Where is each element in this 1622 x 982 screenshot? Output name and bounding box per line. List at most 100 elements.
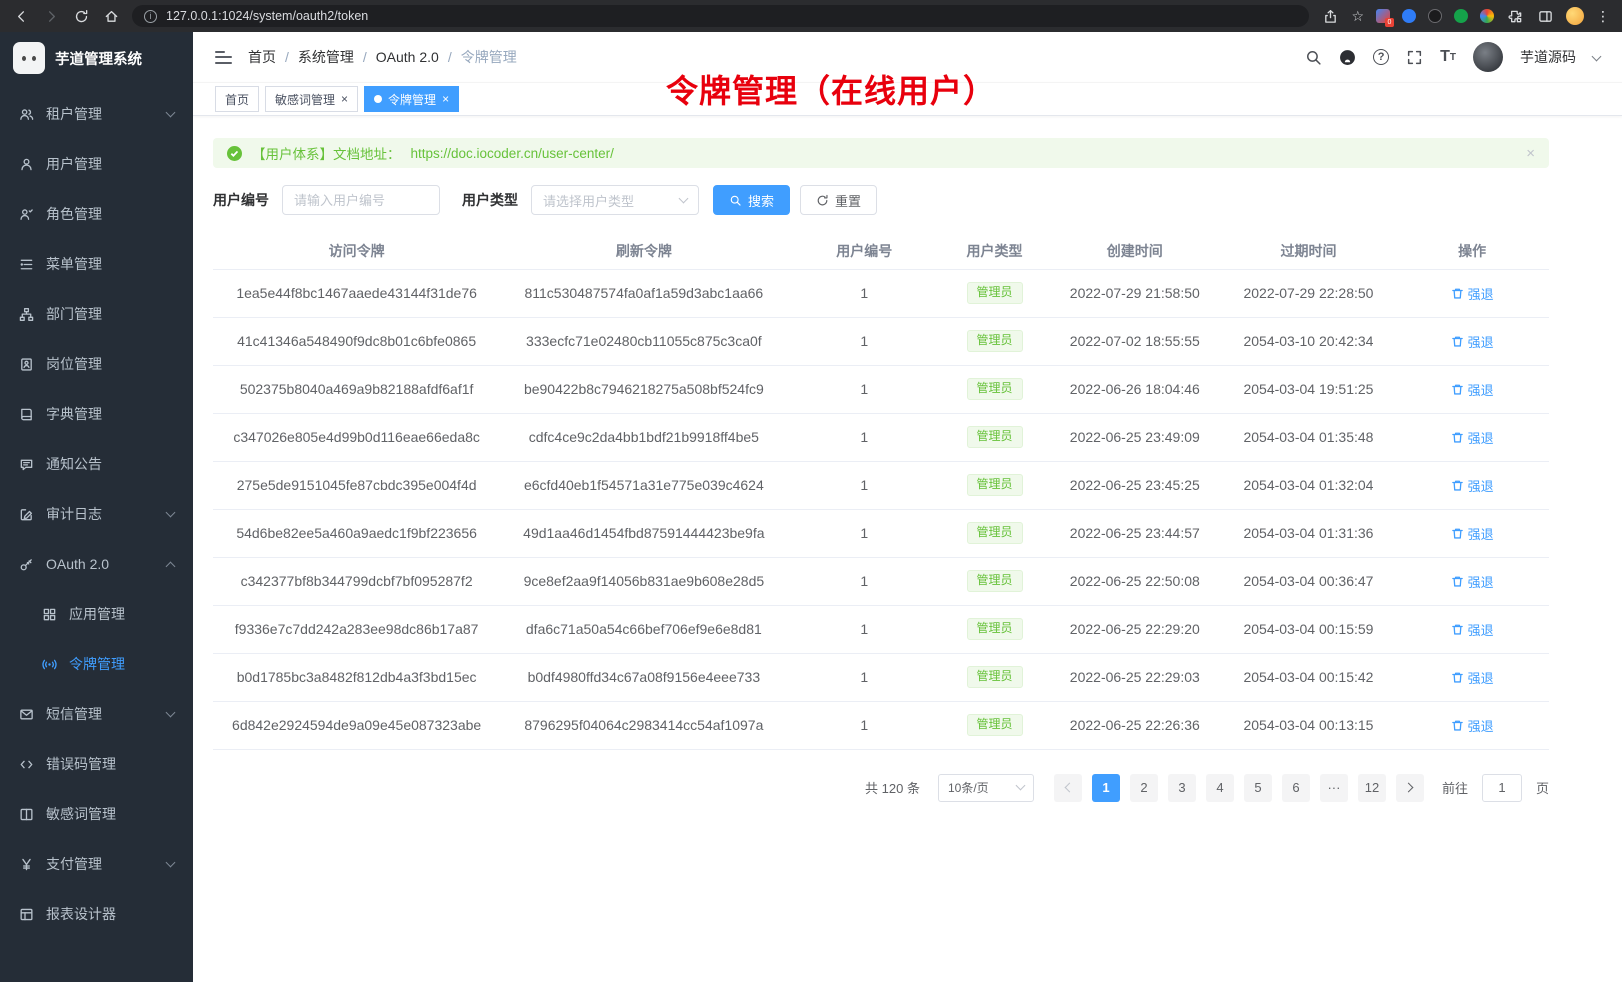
sidebar-item-oauth[interactable]: OAuth 2.0: [0, 539, 193, 589]
force-logout-button[interactable]: 强退: [1451, 284, 1494, 303]
avatar[interactable]: [1473, 42, 1503, 72]
page-button-4[interactable]: 4: [1206, 774, 1234, 802]
puzzle-extensions-icon[interactable]: [1506, 7, 1524, 25]
share-icon[interactable]: [1321, 7, 1339, 25]
sidebar-item-audit-log[interactable]: 审计日志: [0, 489, 193, 539]
breadcrumb-oauth[interactable]: OAuth 2.0: [376, 49, 439, 65]
page-button-5[interactable]: 5: [1244, 774, 1272, 802]
sidebar-item-label: 岗位管理: [46, 354, 102, 374]
font-size-icon[interactable]: TT: [1440, 48, 1456, 66]
close-icon[interactable]: ×: [442, 93, 449, 105]
doc-link[interactable]: https://doc.iocoder.cn/user-center/: [411, 146, 614, 161]
url-text: 127.0.0.1:1024/system/oauth2/token: [166, 9, 368, 23]
breadcrumb-home[interactable]: 首页: [248, 47, 276, 67]
next-page-button[interactable]: [1396, 774, 1424, 802]
extension-dark-icon[interactable]: [1428, 9, 1442, 23]
sidebar-item-menu-mgmt[interactable]: 菜单管理: [0, 239, 193, 289]
browser-profile-avatar[interactable]: [1566, 7, 1584, 25]
sidebar-item-notice[interactable]: 通知公告: [0, 439, 193, 489]
book-icon: [19, 407, 34, 422]
search-button[interactable]: 搜索: [713, 185, 790, 215]
user-type-badge: 管理员: [967, 378, 1023, 400]
help-icon[interactable]: ?: [1373, 49, 1389, 65]
force-logout-button[interactable]: 强退: [1451, 668, 1494, 687]
prev-page-button[interactable]: [1054, 774, 1082, 802]
tab-token-mgmt[interactable]: 令牌管理 ×: [364, 86, 459, 112]
reset-button[interactable]: 重置: [800, 185, 877, 215]
refresh-icon[interactable]: [72, 7, 90, 25]
sidebar-item-user[interactable]: 用户管理: [0, 139, 193, 189]
delete-icon: [1451, 287, 1464, 300]
column-header-user-id: 用户编号: [787, 233, 941, 269]
force-logout-button[interactable]: 强退: [1451, 476, 1494, 495]
user-id-input[interactable]: [282, 185, 440, 215]
sidebar-item-app-mgmt[interactable]: 应用管理: [0, 589, 193, 639]
force-logout-button[interactable]: 强退: [1451, 332, 1494, 351]
search-icon[interactable]: [1305, 49, 1322, 66]
sidebar-item-report-designer[interactable]: 报表设计器: [0, 889, 193, 939]
sidebar-item-dict[interactable]: 字典管理: [0, 389, 193, 439]
username[interactable]: 芋道源码: [1520, 47, 1576, 67]
page-button-2[interactable]: 2: [1130, 774, 1158, 802]
pages-ellipsis-button[interactable]: ···: [1320, 774, 1348, 802]
sidebar-item-tenant[interactable]: 租户管理: [0, 89, 193, 139]
fullscreen-icon[interactable]: [1406, 49, 1423, 66]
sidebar-item-dept[interactable]: 部门管理: [0, 289, 193, 339]
close-icon[interactable]: ×: [341, 93, 348, 105]
bookmark-star-icon[interactable]: ☆: [1351, 8, 1364, 25]
goto-page-input[interactable]: [1482, 774, 1522, 802]
site-info-icon[interactable]: i: [144, 10, 157, 23]
sidebar-item-label: 字典管理: [46, 404, 102, 424]
force-logout-button[interactable]: 强退: [1451, 572, 1494, 591]
breadcrumb-system[interactable]: 系统管理: [298, 47, 354, 67]
split-view-icon[interactable]: [1536, 7, 1554, 25]
page-button-3[interactable]: 3: [1168, 774, 1196, 802]
user-type-select[interactable]: 请选择用户类型: [531, 185, 699, 215]
refresh-icon: [816, 194, 829, 207]
sidebar-item-label: 部门管理: [46, 304, 102, 324]
force-logout-button[interactable]: 强退: [1451, 716, 1494, 735]
extension-badged-icon[interactable]: 0: [1376, 9, 1390, 23]
chevron-down-icon[interactable]: [1592, 51, 1602, 61]
sidebar-item-label: 令牌管理: [69, 654, 125, 674]
sidebar-item-payment[interactable]: 支付管理: [0, 839, 193, 889]
page-button-1[interactable]: 1: [1092, 774, 1120, 802]
url-bar[interactable]: i 127.0.0.1:1024/system/oauth2/token: [132, 5, 1309, 27]
extension-multicolor-icon[interactable]: [1480, 9, 1494, 23]
forward-icon[interactable]: [42, 7, 60, 25]
close-icon[interactable]: ×: [1526, 145, 1535, 162]
pagination: 共 120 条 10条/页 1 2 3 4 5 6 ··· 12 前往: [213, 774, 1549, 802]
tab-sensitive-word[interactable]: 敏感词管理 ×: [265, 86, 358, 112]
page-button-12[interactable]: 12: [1358, 774, 1386, 802]
column-header-access-token: 访问令牌: [213, 233, 500, 269]
page-button-6[interactable]: 6: [1282, 774, 1310, 802]
extension-green-icon[interactable]: [1454, 9, 1468, 23]
table-row: f9336e7c7dd242a283ee98dc86b17a87 dfa6c71…: [213, 605, 1549, 653]
chevron-down-icon: [1016, 781, 1026, 791]
back-icon[interactable]: [12, 7, 30, 25]
report-layout-icon: [19, 907, 34, 922]
sidebar-item-post[interactable]: 岗位管理: [0, 339, 193, 389]
browser-menu-icon[interactable]: ⋮: [1596, 9, 1610, 23]
chevron-down-icon: [679, 193, 689, 203]
sidebar-item-error-code[interactable]: 错误码管理: [0, 739, 193, 789]
force-logout-button[interactable]: 强退: [1451, 524, 1494, 543]
sidebar-item-label: 应用管理: [69, 604, 125, 624]
sidebar-item-sms[interactable]: 短信管理: [0, 689, 193, 739]
sidebar-item-token-mgmt[interactable]: 令牌管理: [0, 639, 193, 689]
tab-home[interactable]: 首页: [215, 86, 259, 112]
force-logout-button[interactable]: 强退: [1451, 380, 1494, 399]
sidebar-toggle-icon[interactable]: [215, 51, 232, 64]
extension-blue-icon[interactable]: [1402, 9, 1416, 23]
page-size-select[interactable]: 10条/页: [938, 774, 1034, 802]
sidebar-item-label: 错误码管理: [46, 754, 116, 774]
delete-icon: [1451, 719, 1464, 732]
github-icon[interactable]: [1339, 49, 1356, 66]
force-logout-button[interactable]: 强退: [1451, 620, 1494, 639]
logo[interactable]: 芋道管理系统: [0, 32, 193, 84]
force-logout-button[interactable]: 强退: [1451, 428, 1494, 447]
sidebar-item-role[interactable]: 角色管理: [0, 189, 193, 239]
home-icon[interactable]: [102, 7, 120, 25]
sidebar-item-sensitive-word[interactable]: 敏感词管理: [0, 789, 193, 839]
sidebar-item-label: 租户管理: [46, 104, 102, 124]
